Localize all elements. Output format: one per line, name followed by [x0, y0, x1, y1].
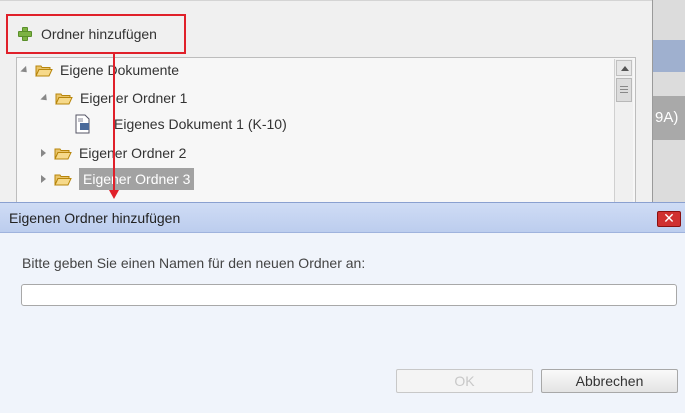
tree-scrollbar[interactable] — [614, 59, 633, 205]
add-folder-label: Ordner hinzufügen — [41, 26, 157, 42]
dialog-body: Bitte geben Sie einen Namen für den neue… — [0, 233, 685, 413]
right-panel-item[interactable]: 9A) — [653, 96, 685, 140]
document-icon — [75, 114, 91, 134]
tree-item-label-selected: Eigener Ordner 3 — [79, 168, 195, 190]
plus-icon — [17, 26, 33, 42]
tree-item-eigene-dokumente[interactable]: Eigene Dokumente — [20, 59, 180, 81]
cancel-button[interactable]: Abbrechen — [541, 369, 678, 393]
expanded-arrow-icon[interactable] — [40, 93, 50, 103]
expanded-arrow-icon[interactable] — [20, 65, 30, 75]
collapsed-arrow-icon[interactable] — [41, 175, 46, 183]
ok-button[interactable]: OK — [396, 369, 533, 393]
open-folder-icon — [35, 64, 53, 77]
close-icon[interactable]: ✕ — [657, 211, 681, 227]
dialog-title: Eigenen Ordner hinzufügen — [9, 209, 181, 226]
tree-item-eigener-ordner-3[interactable]: Eigener Ordner 3 — [41, 168, 195, 190]
add-folder-button[interactable]: Ordner hinzufügen — [6, 14, 186, 54]
tree-item-label: Eigenes Dokument 1 (K-10) — [114, 116, 287, 132]
folder-icon — [54, 173, 72, 186]
folder-icon — [54, 147, 72, 160]
dialog-prompt: Bitte geben Sie einen Namen für den neue… — [22, 255, 366, 271]
annotation-arrow-head — [109, 190, 119, 199]
top-divider — [0, 0, 652, 1]
add-folder-dialog: Eigenen Ordner hinzufügen ✕ Bitte geben … — [0, 202, 685, 413]
scroll-up-icon[interactable] — [616, 60, 632, 76]
folder-name-input[interactable] — [21, 284, 677, 306]
right-panel-header — [653, 40, 685, 72]
tree-item-label: Eigener Ordner 2 — [79, 145, 187, 161]
tree-item-eigenes-dokument-1[interactable]: Eigenes Dokument 1 (K-10) — [75, 113, 287, 135]
collapsed-arrow-icon[interactable] — [41, 149, 46, 157]
folder-tree[interactable]: Eigene Dokumente Eigener Ordner 1 Eigene… — [16, 57, 636, 209]
open-folder-icon — [55, 92, 73, 105]
scroll-thumb[interactable] — [616, 78, 632, 102]
tree-item-label: Eigene Dokumente — [60, 62, 180, 78]
tree-item-label: Eigener Ordner 1 — [80, 90, 188, 106]
dialog-header[interactable]: Eigenen Ordner hinzufügen ✕ — [0, 203, 685, 233]
annotation-arrow-line — [113, 54, 115, 192]
